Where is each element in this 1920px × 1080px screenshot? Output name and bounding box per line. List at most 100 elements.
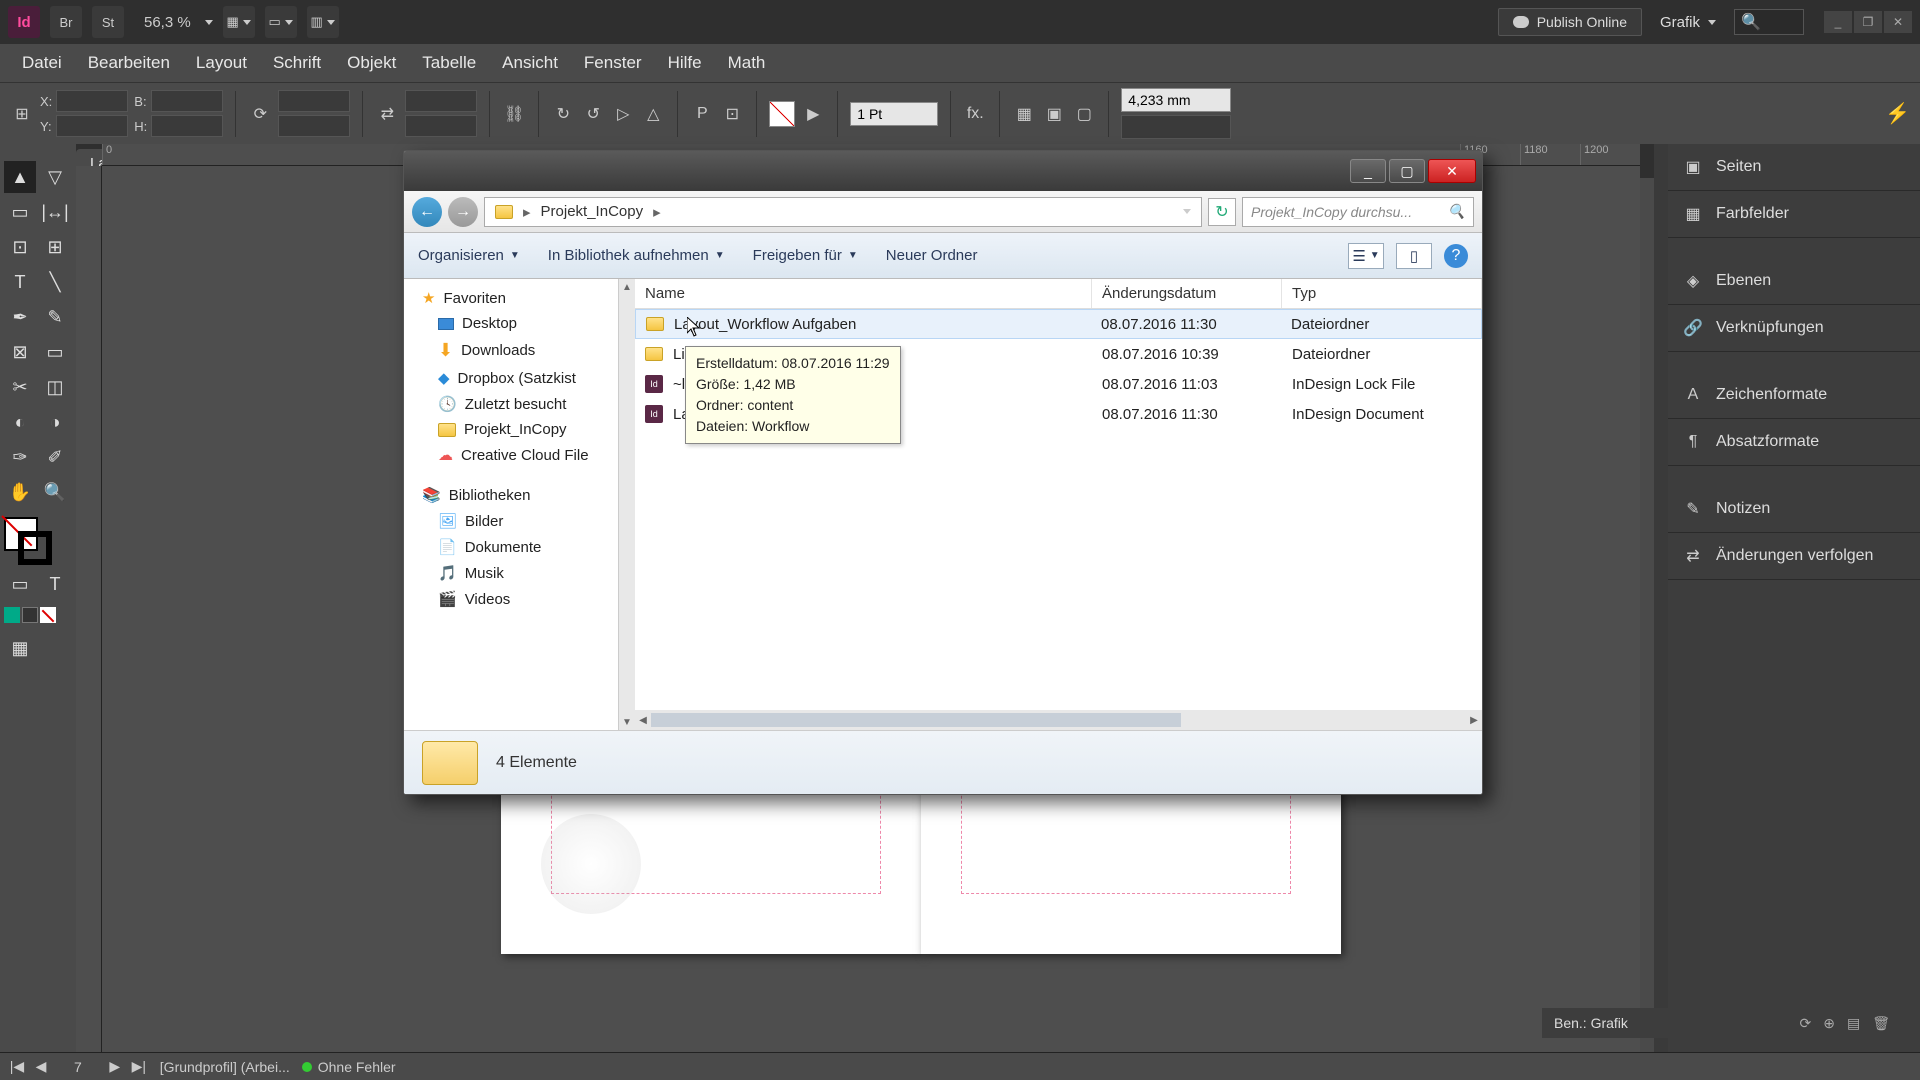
first-page-icon[interactable]: |◀ [8, 1058, 26, 1076]
workspace-switcher[interactable]: Grafik [1652, 14, 1724, 31]
screen-mode-normal-icon[interactable]: ▦ [4, 632, 36, 664]
panel-ebenen[interactable]: ◈Ebenen [1668, 258, 1920, 305]
apply-icon[interactable]: ▶ [801, 102, 825, 126]
rotate-cw-icon[interactable]: ↻ [551, 102, 575, 126]
panel-seiten[interactable]: ▣Seiten [1668, 144, 1920, 191]
explorer-maximize-button[interactable]: ▢ [1389, 159, 1425, 183]
content-collector-tool[interactable]: ⊡ [4, 231, 36, 263]
tree-projekt[interactable]: Projekt_InCopy [404, 417, 618, 442]
rotate-field[interactable] [405, 90, 477, 112]
constrain-icon[interactable]: ⛓ [502, 102, 526, 126]
rotate-icon[interactable]: ⟳ [248, 102, 272, 126]
reference-point-icon[interactable]: ⊞ [10, 102, 34, 126]
menu-tabelle[interactable]: Tabelle [410, 47, 488, 79]
content-placer-tool[interactable]: ⊞ [39, 231, 71, 263]
prev-page-icon[interactable]: ◀ [32, 1058, 50, 1076]
explorer-close-button[interactable]: ✕ [1428, 159, 1476, 183]
tree-zuletzt[interactable]: 🕓Zuletzt besucht [404, 391, 618, 417]
preflight-profile[interactable]: [Grundprofil] (Arbei... [160, 1059, 290, 1075]
fill-swatch-icon[interactable] [769, 101, 795, 127]
flip-vertical-icon[interactable]: △ [641, 102, 665, 126]
tree-bilder[interactable]: 🖼Bilder [404, 508, 618, 534]
col-name[interactable]: Name [635, 279, 1092, 308]
help-search[interactable]: 🔍 [1734, 9, 1804, 35]
menu-ansicht[interactable]: Ansicht [490, 47, 570, 79]
shear-field[interactable] [405, 115, 477, 137]
direct-selection-tool[interactable]: ▽ [39, 161, 71, 193]
menu-fenster[interactable]: Fenster [572, 47, 654, 79]
last-page-icon[interactable]: ▶| [130, 1058, 148, 1076]
page-tool[interactable]: ▭ [4, 196, 36, 228]
bridge-button[interactable]: Br [50, 6, 82, 38]
apply-none-icon[interactable] [40, 607, 56, 623]
scroll-down-icon[interactable]: ▼ [619, 714, 635, 730]
flip-horizontal-icon[interactable]: ▷ [611, 102, 635, 126]
text-wrap-shape-icon[interactable]: ▢ [1072, 102, 1096, 126]
current-page-field[interactable]: 7 [56, 1059, 100, 1075]
window-restore-button[interactable]: ❐ [1854, 11, 1882, 33]
list-header[interactable]: Name Änderungsdatum Typ [635, 279, 1482, 309]
selection-tool[interactable]: ▲ [4, 161, 36, 193]
list-h-scrollbar[interactable]: ◀ ▶ [635, 710, 1482, 730]
quick-apply-icon[interactable]: ⚡ [1885, 101, 1910, 126]
line-tool[interactable]: ╲ [39, 266, 71, 298]
panel-notizen[interactable]: ✎Notizen [1668, 486, 1920, 533]
pencil-tool[interactable]: ✎ [39, 301, 71, 333]
col-type[interactable]: Typ [1282, 279, 1482, 308]
preview-pane-button[interactable]: ▯ [1396, 243, 1432, 269]
flip-h-icon[interactable]: ⇄ [375, 102, 399, 126]
window-close-button[interactable]: ✕ [1884, 11, 1912, 33]
toolbar-neuer-ordner[interactable]: Neuer Ordner [886, 247, 978, 264]
folder-tree[interactable]: ★Favoriten Desktop ⬇Downloads ◆Dropbox (… [404, 279, 619, 730]
tree-scrollbar[interactable]: ▲ ▼ [619, 279, 635, 730]
toolbar-organisieren[interactable]: Organisieren ▼ [418, 247, 520, 264]
breadcrumb[interactable]: ▸ Projekt_InCopy ▸ [484, 197, 1202, 227]
explorer-titlebar[interactable]: _ ▢ ✕ [404, 151, 1482, 191]
rectangle-tool[interactable]: ▭ [39, 336, 71, 368]
hand-tool[interactable]: ✋ [4, 476, 36, 508]
panel-aenderungen[interactable]: ⇄Änderungen verfolgen [1668, 533, 1920, 580]
toolbar-bibliothek[interactable]: In Bibliothek aufnehmen ▼ [548, 247, 725, 264]
tree-ccf[interactable]: ☁Creative Cloud File [404, 442, 618, 468]
formatting-text-icon[interactable]: T [39, 568, 71, 600]
apply-color-icon[interactable] [4, 607, 20, 623]
scroll-right-icon[interactable]: ▶ [1466, 712, 1482, 728]
refresh-icon[interactable]: ⟳ [1800, 1015, 1812, 1032]
w-field[interactable] [151, 90, 223, 112]
note-tool[interactable]: ✑ [4, 441, 36, 473]
pen-tool[interactable]: ✒ [4, 301, 36, 333]
tree-dokumente[interactable]: 📄Dokumente [404, 534, 618, 560]
free-transform-tool[interactable]: ◫ [39, 371, 71, 403]
rotate-ccw-icon[interactable]: ↺ [581, 102, 605, 126]
tree-bibliotheken[interactable]: 📚Bibliotheken [404, 482, 618, 508]
trash-icon[interactable]: 🗑 [1872, 1015, 1890, 1032]
vertical-scrollbar[interactable] [1654, 144, 1668, 1052]
h-field[interactable] [151, 115, 223, 137]
panel-absatzformate[interactable]: ¶Absatzformate [1668, 419, 1920, 466]
nav-forward-button[interactable]: → [448, 197, 478, 227]
formatting-container-icon[interactable]: ▭ [4, 568, 36, 600]
breadcrumb-segment[interactable]: Projekt_InCopy [541, 203, 644, 220]
page-navigator[interactable]: |◀ ◀ 7 ▶ ▶| [8, 1058, 148, 1076]
menu-hilfe[interactable]: Hilfe [656, 47, 714, 79]
chevron-down-icon[interactable] [1183, 209, 1191, 214]
menu-layout[interactable]: Layout [184, 47, 259, 79]
refresh-button[interactable]: ↻ [1208, 198, 1236, 226]
toolbar-freigeben[interactable]: Freigeben für ▼ [753, 247, 858, 264]
indent-field-2[interactable] [1121, 115, 1231, 139]
panel-verknuepfungen[interactable]: 🔗Verknüpfungen [1668, 305, 1920, 352]
new-icon[interactable]: ▤ [1847, 1015, 1860, 1032]
scrollbar-thumb[interactable] [651, 713, 1181, 727]
tree-dropbox[interactable]: ◆Dropbox (Satzkist [404, 365, 618, 391]
tree-musik[interactable]: 🎵Musik [404, 560, 618, 586]
y-field[interactable] [56, 115, 128, 137]
publish-online-button[interactable]: Publish Online [1498, 8, 1642, 36]
nav-back-button[interactable]: ← [412, 197, 442, 227]
panel-zeichenformate[interactable]: AZeichenformate [1668, 372, 1920, 419]
rectangle-frame-tool[interactable]: ⊠ [4, 336, 36, 368]
x-field[interactable] [56, 90, 128, 112]
scroll-up-icon[interactable]: ▲ [619, 279, 635, 295]
gap-tool[interactable]: |↔| [39, 196, 71, 228]
scale-x-field[interactable] [278, 90, 350, 112]
menu-math[interactable]: Math [716, 47, 778, 79]
